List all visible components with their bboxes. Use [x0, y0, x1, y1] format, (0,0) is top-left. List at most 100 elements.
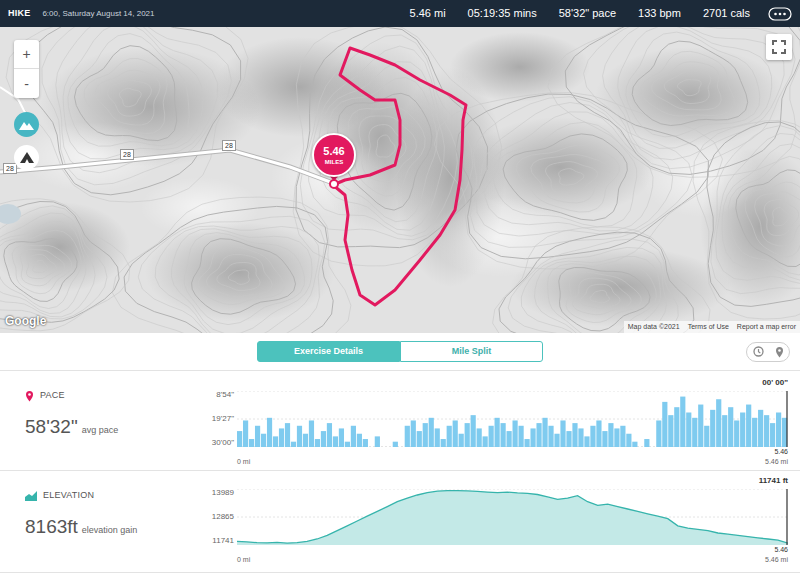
- tabs: Exercise Details Mile Split: [257, 341, 543, 362]
- elevation-title-row: ELEVATION: [25, 489, 210, 503]
- pace-bar: [333, 436, 338, 447]
- pace-bar: [530, 428, 535, 447]
- pace-y-axis: 8'54"19'27"30'00": [210, 371, 237, 470]
- activity-date: 6:00, Saturday August 14, 2021: [42, 8, 154, 20]
- pace-chart: 00' 00"5.460 mi5.46 mi: [237, 371, 788, 470]
- grid-line: [237, 419, 788, 420]
- terrain-button[interactable]: [14, 112, 39, 137]
- stats: 5.46 mi05:19:35 mins58'32" pace133 bpm27…: [410, 5, 750, 22]
- pace-bar: [351, 426, 356, 447]
- pace-bar: [285, 423, 290, 447]
- distance-marker[interactable]: 5.46MILES: [312, 133, 356, 177]
- zoom-control: +-: [14, 40, 39, 98]
- pace-bar: [303, 434, 308, 447]
- pace-bar: [315, 439, 320, 447]
- elevation-section: ELEVATION 8163ftelevation gain13989128651…: [0, 471, 800, 573]
- elevation-cursor-x-row: 5.46: [237, 545, 788, 554]
- elevation-cursor-x: 5.46: [774, 546, 788, 553]
- pace-bar: [776, 413, 781, 448]
- pace-bar: [758, 410, 763, 447]
- pace-bar: [578, 428, 583, 447]
- elevation-ticks: 139891286511741: [210, 489, 237, 545]
- y-tick: 11741: [212, 537, 234, 545]
- pace-bar: [740, 413, 745, 448]
- elevation-chart: 11741 ft5.460 mi5.46 mi: [237, 471, 788, 572]
- pace-bar: [734, 420, 739, 447]
- mountain-icon: [19, 119, 34, 130]
- pace-bar: [656, 420, 661, 447]
- y-tick: 13989: [212, 489, 234, 497]
- pace-value: 58'32": [25, 413, 78, 442]
- view-toggle-wrap: [543, 342, 800, 362]
- pace-bar: [722, 415, 727, 447]
- menu-button[interactable]: [768, 7, 792, 21]
- pace-bar: [608, 423, 613, 447]
- y-tick: 19'27": [212, 415, 234, 423]
- clock-icon: [753, 346, 764, 357]
- pace-bar: [614, 428, 619, 447]
- marker-value: 5.46: [323, 146, 344, 157]
- pace-cursor-value: 00' 00": [762, 379, 788, 387]
- pace-bar: [770, 423, 775, 447]
- zoom-out-button[interactable]: -: [14, 69, 39, 98]
- pace-value-row: 58'32" avg pace: [25, 413, 210, 442]
- pace-bar: [704, 426, 709, 447]
- tab-label: Mile Split: [452, 346, 492, 356]
- pace-bar: [524, 439, 529, 447]
- pace-bar: [584, 436, 589, 447]
- pace-bar: [399, 447, 404, 448]
- elevation-line: [237, 491, 788, 543]
- attribution-item: Map data ©2021: [628, 322, 680, 333]
- pace-bar: [632, 442, 637, 447]
- pace-caption: avg pace: [82, 424, 119, 438]
- pace-bar: [255, 426, 260, 447]
- pace-plot: [237, 391, 788, 447]
- fullscreen-button[interactable]: [766, 34, 792, 60]
- pace-bar: [273, 436, 278, 447]
- pace-bar: [327, 423, 332, 447]
- pace-section: PACE 58'32" avg pace 8'54"19'27"30'00" 00' 0…: [0, 371, 800, 471]
- road-label: 28: [222, 140, 236, 151]
- pace-bar: [297, 426, 302, 447]
- pace-title: PACE: [40, 389, 65, 403]
- pace-bar: [369, 447, 374, 448]
- stat: 05:19:35 mins: [468, 5, 537, 22]
- pace-bar: [626, 434, 631, 447]
- pace-bar: [309, 420, 314, 447]
- pace-bar: [602, 431, 607, 447]
- tab-row: Exercise Details Mile Split: [0, 333, 800, 371]
- elevation-icon: [25, 491, 37, 501]
- elevation-value: 8163ft: [25, 513, 78, 542]
- view-toggle[interactable]: [746, 342, 790, 362]
- elevation-cursor-row: 11741 ft: [237, 477, 788, 489]
- cursor-line: [786, 489, 787, 545]
- elevation-value-row: 8163ftelevation gain: [25, 513, 210, 542]
- pace-bar: [237, 431, 242, 447]
- pace-bar: [710, 410, 715, 447]
- pace-bar: [459, 434, 464, 447]
- tab[interactable]: Exercise Details: [257, 341, 400, 362]
- attribution-item[interactable]: Terms of Use: [688, 322, 729, 333]
- pace-bar: [291, 442, 296, 447]
- satellite-button[interactable]: [14, 145, 39, 170]
- attribution-item[interactable]: Report a map error: [737, 322, 796, 333]
- pace-bar: [590, 426, 595, 447]
- pin-icon: [775, 346, 784, 358]
- map[interactable]: 2828285.46MILES+-GoogleMap data ©2021Ter…: [0, 27, 800, 333]
- elevation-cursor-value: 11741 ft: [759, 477, 788, 485]
- location-pin-icon: [25, 390, 34, 402]
- pace-bar: [471, 415, 476, 447]
- pace-cursor-x-row: 5.46: [237, 447, 788, 456]
- pace-bar: [644, 439, 649, 447]
- elevation-title: ELEVATION: [43, 489, 94, 503]
- top-bar: HIKE6:00, Saturday August 14, 20215.46 m…: [0, 0, 800, 27]
- pace-bar: [447, 426, 452, 447]
- zoom-in-button[interactable]: +: [14, 40, 39, 69]
- tab[interactable]: Mile Split: [400, 341, 543, 362]
- pace-bar: [405, 426, 410, 447]
- pace-bar: [261, 434, 266, 447]
- pace-bar: [572, 423, 577, 447]
- elevation-plot: [237, 489, 788, 545]
- pace-bar: [345, 442, 350, 447]
- pace-bar: [465, 423, 470, 447]
